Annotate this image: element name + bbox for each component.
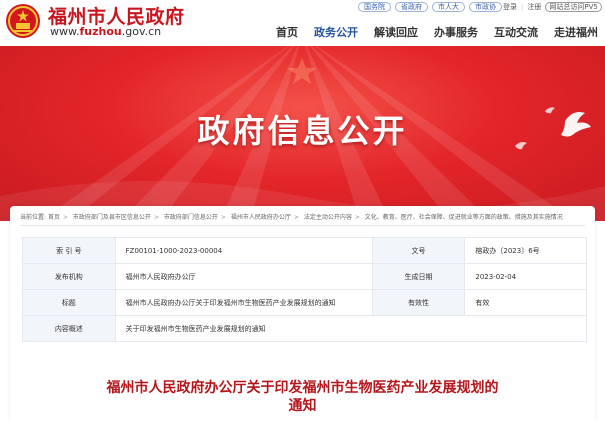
- breadcrumb-item[interactable]: 文化、教育、医疗、社会保障、促进就业等方面的政策、措施及其实施情况: [365, 214, 563, 221]
- divider: |: [521, 3, 524, 11]
- breadcrumb: 当前位置: 首页 > 市政府部门及县市区信息公开 > 市政府部门信息公开 > 福州市人…: [20, 212, 585, 226]
- site-header: 福州市人民政府 www.fuzhou.gov.cn 国务院 省政府 市人大 市政…: [0, 0, 605, 46]
- nav-services[interactable]: 办事服务: [434, 24, 478, 40]
- nav-about-fuzhou[interactable]: 走进福州: [554, 24, 598, 40]
- validity-label: 有效性: [371, 289, 466, 316]
- top-link-state-council[interactable]: 国务院: [358, 2, 391, 12]
- summary-value: 关于印发福州市生物医药产业发展规划的通知: [114, 315, 588, 342]
- nav-interpretation[interactable]: 解读回应: [374, 24, 418, 40]
- pv-badge: 网站总访问PV5: [545, 2, 602, 12]
- breadcrumb-item[interactable]: 福州市人民政府办公厅: [231, 214, 291, 221]
- top-link-cppcc[interactable]: 市政协: [469, 2, 502, 12]
- breadcrumb-prefix: 当前位置:: [20, 214, 47, 221]
- breadcrumb-separator: >: [153, 214, 159, 221]
- table-row: 发布机构 福州市人民政府办公厅 生成日期 2023-02-04: [22, 263, 587, 290]
- content-panel: 当前位置: 首页 > 市政府部门及县市区信息公开 > 市政府部门信息公开 > 福州市人…: [10, 206, 595, 422]
- breadcrumb-item[interactable]: 首页: [48, 214, 60, 221]
- title-value: 福州市人民政府办公厅关于印发福州市生物医药产业发展规划的通知: [114, 289, 373, 316]
- nav-home[interactable]: 首页: [276, 24, 298, 40]
- created-date-value: 2023-02-04: [464, 263, 587, 290]
- top-link-npc[interactable]: 市人大: [432, 2, 465, 12]
- index-number-value: FZ00101-1000-2023-00004: [114, 237, 373, 264]
- nav-gov-affairs[interactable]: 政务公开: [314, 24, 358, 40]
- index-number-label: 索 引 号: [22, 237, 116, 264]
- table-row: 标题 福州市人民政府办公厅关于印发福州市生物医药产业发展规划的通知 有效性 有效: [22, 289, 587, 316]
- main-nav: 首页 政务公开 解读回应 办事服务 互动交流 走进福州: [276, 24, 605, 40]
- title-label: 标题: [22, 289, 116, 316]
- nav-interaction[interactable]: 互动交流: [494, 24, 538, 40]
- banner-title: 政府信息公开: [197, 112, 408, 150]
- table-row: 内容概述 关于印发福州市生物医药产业发展规划的通知: [22, 315, 588, 342]
- breadcrumb-item[interactable]: 市政府部门信息公开: [164, 214, 218, 221]
- national-emblem-icon[interactable]: [5, 3, 41, 39]
- created-date-label: 生成日期: [371, 263, 466, 290]
- doc-number-value: 榕政办〔2023〕6号: [464, 237, 587, 264]
- site-url: www.fuzhou.gov.cn: [50, 25, 162, 38]
- login-link[interactable]: 登录: [503, 2, 517, 12]
- breadcrumb-separator: >: [293, 214, 299, 221]
- top-link-province-gov[interactable]: 省政府: [395, 2, 428, 12]
- document-info-table: 索 引 号 FZ00101-1000-2023-00004 文号 榕政办〔202…: [22, 237, 588, 342]
- register-link[interactable]: 注册: [527, 2, 541, 12]
- document-title: 福州市人民政府办公厅关于印发福州市生物医药产业发展规划的 通知: [10, 379, 595, 415]
- publisher-label: 发布机构: [22, 263, 116, 290]
- publisher-value: 福州市人民政府办公厅: [114, 263, 373, 290]
- banner: 政府信息公开: [0, 46, 605, 221]
- breadcrumb-separator: >: [62, 214, 68, 221]
- table-row: 索 引 号 FZ00101-1000-2023-00004 文号 榕政办〔202…: [22, 237, 587, 264]
- top-links: 国务院 省政府 市人大 市政协: [358, 2, 502, 12]
- doc-number-label: 文号: [371, 237, 466, 264]
- breadcrumb-separator: >: [354, 214, 360, 221]
- summary-label: 内容概述: [22, 315, 116, 342]
- document-title-line: 通知: [288, 398, 317, 414]
- breadcrumb-item[interactable]: 法定主动公开内容: [304, 214, 352, 221]
- breadcrumb-separator: >: [220, 214, 226, 221]
- user-links: 登录 | 注册 网站总访问PV5: [503, 2, 602, 12]
- validity-value: 有效: [464, 289, 587, 316]
- breadcrumb-item[interactable]: 市政府部门及县市区信息公开: [73, 214, 151, 221]
- document-title-line: 福州市人民政府办公厅关于印发福州市生物医药产业发展规划的: [106, 380, 499, 396]
